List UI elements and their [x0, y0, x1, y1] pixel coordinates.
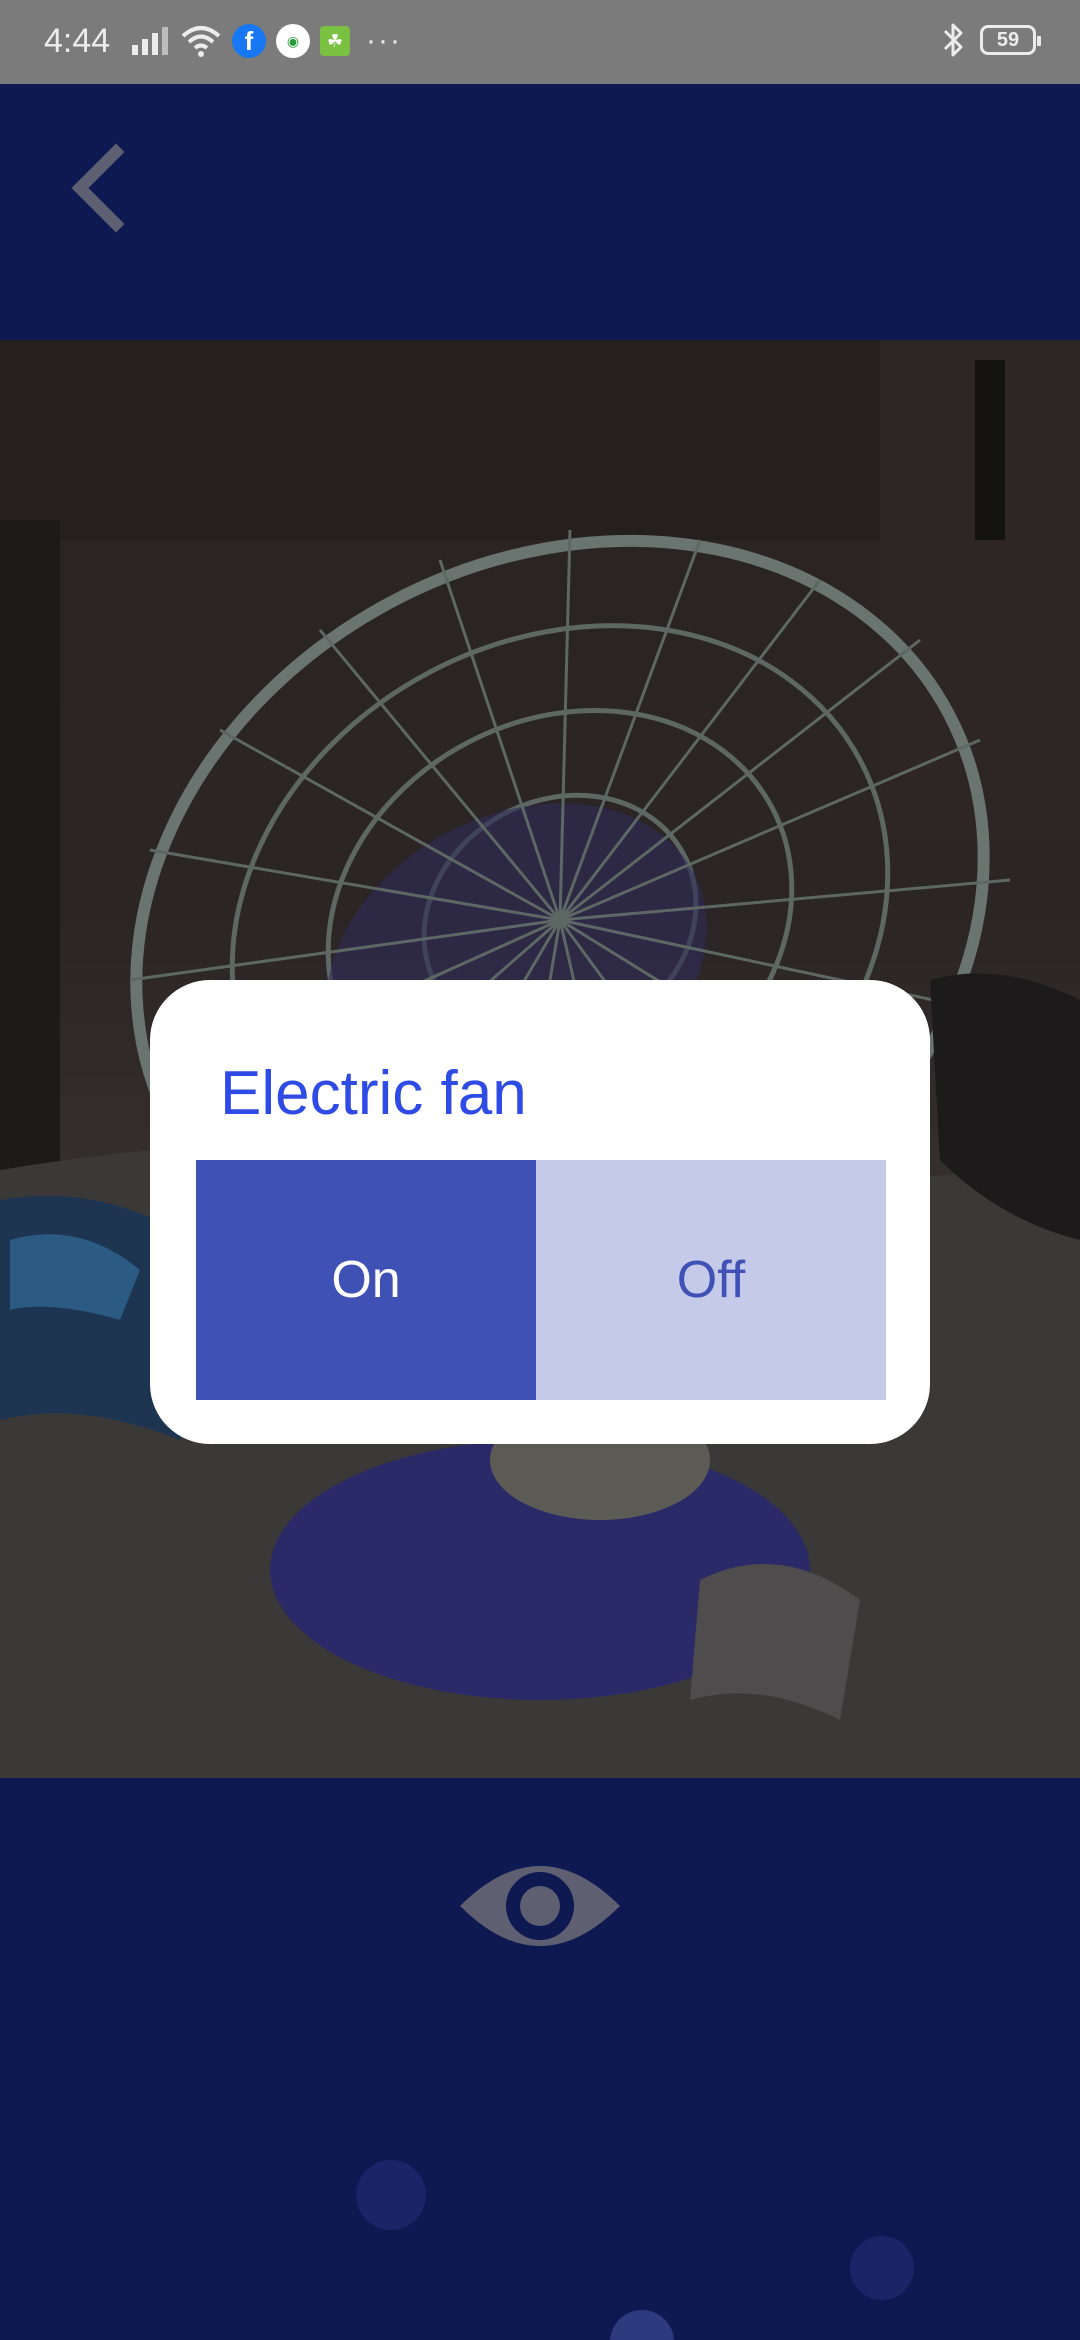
- bluetooth-icon: [943, 23, 963, 57]
- status-time: 4:44: [44, 22, 111, 60]
- dialog-title: Electric fan: [220, 1059, 527, 1128]
- screen: 4:44 f ◉ ☘ ··· 59 Electric fan On Off: [0, 0, 1080, 2340]
- bokeh-light: [356, 2160, 426, 2230]
- battery-icon: 59: [980, 25, 1041, 55]
- more-icon: ···: [366, 24, 402, 57]
- on-button[interactable]: On: [196, 1160, 536, 1400]
- status-icons-right: 59: [942, 22, 1041, 58]
- eye-icon[interactable]: [456, 1846, 624, 1966]
- bokeh-light: [610, 2310, 674, 2340]
- wifi-icon: [181, 26, 221, 57]
- app-icon: ☘: [320, 26, 350, 56]
- status-bar: 4:44 f ◉ ☘ ··· 59: [0, 0, 1080, 84]
- device-dialog: Electric fan On Off: [150, 980, 930, 1444]
- off-button[interactable]: Off: [536, 1160, 886, 1400]
- power-toggle: On Off: [196, 1160, 886, 1400]
- signal-icon: [132, 27, 168, 55]
- bottom-panel: [0, 1778, 1080, 2340]
- app-icon: ◉: [276, 24, 310, 58]
- battery-level: 59: [996, 28, 1020, 51]
- status-icons-left: f ◉ ☘ ···: [130, 24, 402, 58]
- chevron-left-icon[interactable]: [60, 138, 140, 238]
- bokeh-light: [850, 2236, 914, 2300]
- app-header: [0, 84, 1080, 340]
- facebook-icon: f: [232, 24, 266, 58]
